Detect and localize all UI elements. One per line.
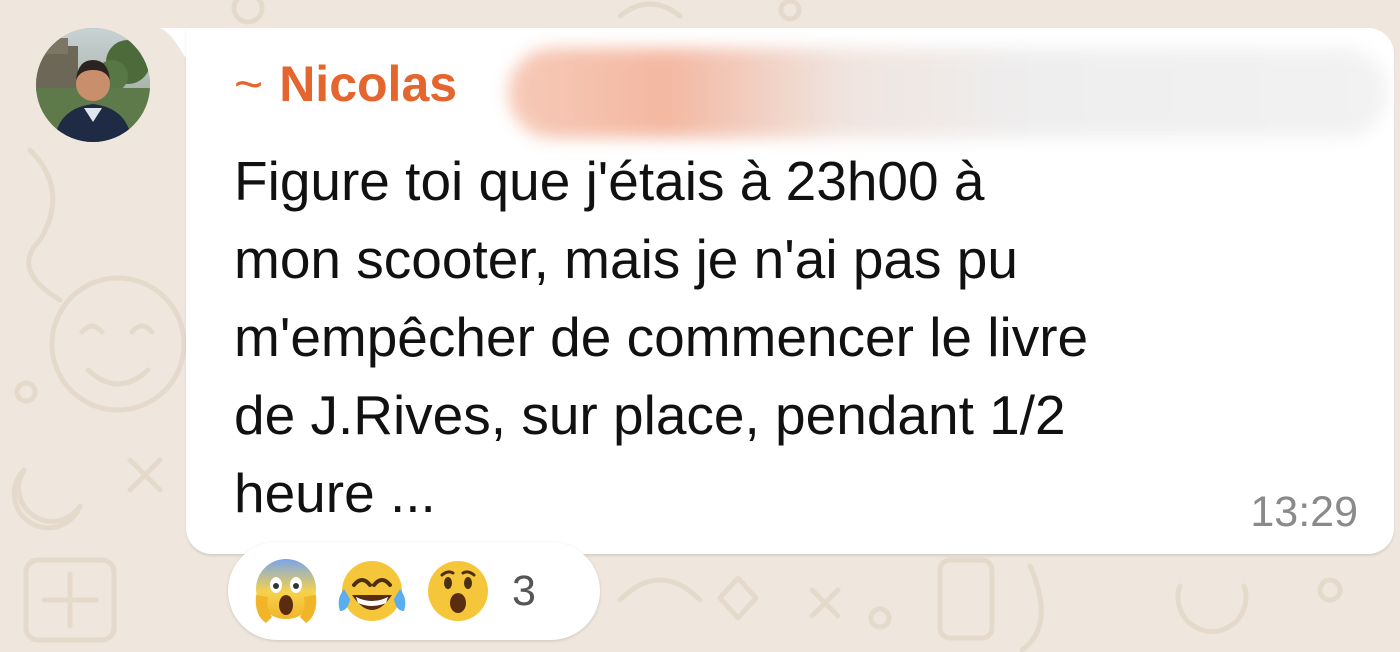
face-with-open-mouth-icon bbox=[428, 561, 488, 621]
face-screaming-in-fear-icon bbox=[255, 559, 317, 623]
sender-prefix: ~ bbox=[234, 56, 264, 112]
sender-name-text: Nicolas bbox=[279, 56, 458, 112]
redacted-sender-name bbox=[508, 48, 1388, 138]
message-bubble[interactable]: ~ Nicolas Figure toi que j'étais à 23h00… bbox=[186, 28, 1394, 554]
sender-name[interactable]: ~ Nicolas bbox=[234, 54, 457, 114]
sender-avatar[interactable] bbox=[36, 28, 150, 142]
face-with-tears-of-joy-icon bbox=[338, 561, 406, 621]
message-timestamp: 13:29 bbox=[1250, 488, 1358, 536]
reaction-count: 3 bbox=[512, 566, 536, 615]
reactions-bar[interactable]: 3 bbox=[228, 542, 600, 640]
message-text: Figure toi que j'étais à 23h00 à mon sco… bbox=[234, 150, 1089, 524]
